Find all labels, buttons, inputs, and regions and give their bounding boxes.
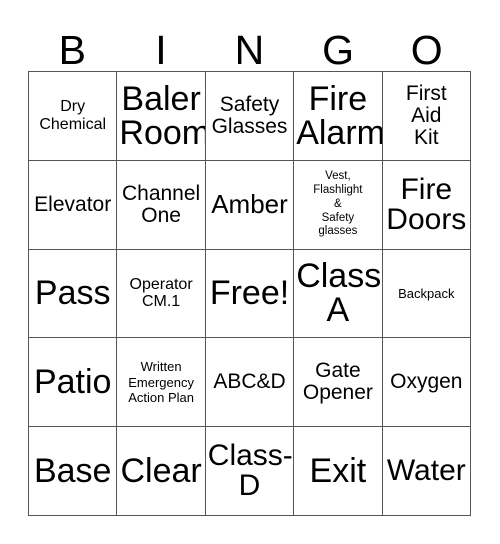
bingo-cell[interactable]: Fire Doors: [382, 160, 471, 250]
bingo-cell[interactable]: Water: [382, 427, 471, 516]
bingo-cell[interactable]: Channel One: [117, 160, 206, 250]
bingo-cell-label: Oxygen: [390, 370, 463, 394]
bingo-cell-label: Patio: [33, 363, 112, 402]
bingo-cell[interactable]: Operator CM.1: [117, 249, 206, 339]
bingo-header-letter-b: B: [28, 22, 117, 71]
bingo-cell-label: Class- D: [207, 439, 293, 503]
bingo-cell[interactable]: Written Emergency Action Plan: [117, 338, 206, 428]
bingo-card: B I N G O Dry Chemical Baler Room Safety G…: [0, 0, 500, 544]
bingo-header-letter-i: I: [117, 22, 206, 71]
bingo-cell-label: ABC&D: [213, 370, 286, 394]
bingo-cell-label: Gate Opener: [302, 359, 373, 405]
bingo-cell[interactable]: Pass: [29, 249, 118, 339]
bingo-cell-label: Exit: [309, 452, 367, 491]
bingo-cell[interactable]: Dry Chemical: [29, 72, 118, 161]
bingo-cell[interactable]: Elevator: [29, 160, 118, 250]
bingo-cell-label: Safety Glasses: [211, 92, 288, 138]
bingo-cell[interactable]: Gate Opener: [294, 338, 383, 428]
bingo-header-letter-n: N: [205, 22, 294, 71]
bingo-cell-label: Amber: [211, 189, 288, 220]
bingo-cell-label: Class- A: [296, 257, 382, 330]
bingo-cell-label: Free!: [209, 274, 290, 313]
bingo-cell[interactable]: Oxygen: [382, 338, 471, 428]
bingo-cell-label: Channel One: [121, 181, 201, 227]
header-letter-text: I: [155, 27, 167, 73]
bingo-cell[interactable]: Patio: [29, 338, 118, 428]
bingo-cell-label: Fire Alarm: [296, 79, 383, 152]
bingo-header-row: B I N G O: [28, 22, 471, 71]
bingo-cell[interactable]: Backpack: [382, 249, 471, 339]
bingo-cell-label: Base: [33, 452, 112, 491]
bingo-header-letter-g: G: [294, 22, 383, 71]
bingo-cell-label: Vest, Flashlight & Safety glasses: [313, 170, 363, 238]
bingo-cell-label: Written Emergency Action Plan: [128, 359, 194, 405]
bingo-cell[interactable]: Clear: [117, 427, 206, 516]
bingo-cell[interactable]: ABC&D: [205, 338, 295, 428]
bingo-cell[interactable]: Vest, Flashlight & Safety glasses: [294, 160, 383, 250]
bingo-cell-label: Water: [386, 454, 466, 488]
bingo-cell[interactable]: Free!: [205, 249, 295, 339]
bingo-cell-label: Baler Room: [119, 79, 206, 152]
bingo-cell[interactable]: Safety Glasses: [205, 72, 295, 161]
bingo-cell[interactable]: Fire Alarm: [294, 72, 383, 161]
header-letter-text: O: [410, 27, 443, 73]
bingo-cell[interactable]: Class- D: [205, 427, 295, 516]
header-letter-text: N: [234, 27, 265, 73]
bingo-cell[interactable]: Baler Room: [117, 72, 206, 161]
bingo-cell[interactable]: Class- A: [294, 249, 383, 339]
bingo-cell-label: Backpack: [398, 285, 455, 301]
bingo-cell-label: Pass: [34, 274, 111, 313]
bingo-header-letter-o: O: [382, 22, 471, 71]
bingo-cell[interactable]: Amber: [205, 160, 295, 250]
bingo-cell-label: Operator CM.1: [129, 275, 193, 311]
bingo-cell-label: Fire Doors: [386, 172, 467, 236]
bingo-cell-label: Dry Chemical: [39, 97, 107, 133]
bingo-cell[interactable]: Base: [29, 427, 118, 516]
bingo-cell-label: First Aid Kit: [405, 81, 447, 149]
header-letter-text: G: [322, 27, 355, 73]
bingo-grid: Dry Chemical Baler Room Safety Glasses Fire…: [28, 71, 471, 516]
bingo-cell[interactable]: First Aid Kit: [382, 72, 471, 161]
header-letter-text: B: [58, 27, 86, 73]
bingo-cell-label: Elevator: [34, 192, 112, 216]
bingo-cell-label: Clear: [120, 452, 202, 491]
bingo-cell[interactable]: Exit: [294, 427, 383, 516]
